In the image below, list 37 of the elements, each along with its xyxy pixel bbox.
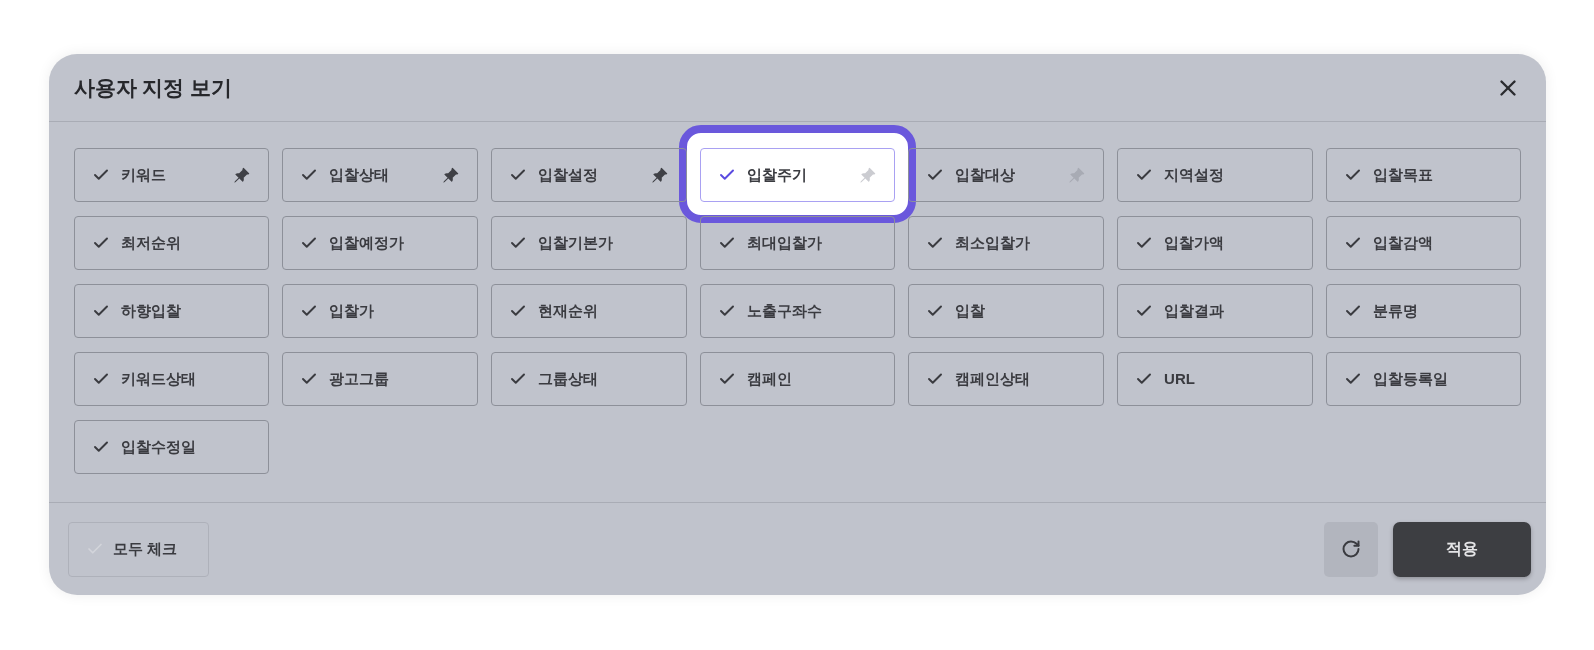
column-toggle[interactable]: 노출구좌수 — [699, 284, 896, 338]
column-toggle[interactable]: 입찰대상 — [908, 148, 1105, 202]
column-toggle[interactable]: 입찰상태 — [282, 148, 478, 202]
pin-icon[interactable] — [441, 166, 459, 184]
column-toggle[interactable]: URL — [1117, 352, 1313, 406]
column-toggle[interactable]: 키워드 — [73, 148, 270, 202]
apply-button[interactable]: 적용 — [1392, 521, 1531, 577]
column-toggle[interactable]: 그룹상태 — [490, 352, 687, 406]
column-toggle[interactable]: 캠페인상태 — [908, 352, 1105, 406]
column-toggle[interactable]: 최대입찰가 — [699, 216, 896, 270]
column-toggle[interactable]: 입찰주기 — [699, 148, 896, 202]
column-toggle[interactable]: 입찰예정가 — [282, 216, 478, 270]
column-toggle[interactable]: 입찰등록일 — [1325, 352, 1522, 406]
column-toggle[interactable]: 입찰감액 — [1325, 216, 1522, 270]
column-toggle[interactable]: 최소입찰가 — [908, 216, 1105, 270]
column-toggle[interactable]: 입찰수정일 — [73, 420, 270, 474]
pin-icon[interactable] — [650, 166, 668, 184]
column-toggle[interactable]: 입찰설정 — [490, 148, 687, 202]
refresh-icon — [1340, 539, 1361, 559]
column-toggle[interactable]: 광고그룹 — [282, 352, 478, 406]
column-toggle[interactable]: 키워드상태 — [73, 352, 270, 406]
column-toggle[interactable]: 지역설정 — [1117, 148, 1313, 202]
dialog-title: 사용자 지정 보기 — [73, 74, 233, 101]
column-toggle[interactable]: 최저순위 — [73, 216, 270, 270]
column-toggle[interactable]: 캠페인 — [699, 352, 896, 406]
column-toggle[interactable]: 분류명 — [1325, 284, 1522, 338]
column-toggle[interactable]: 입찰가액 — [1117, 216, 1313, 270]
column-toggle[interactable]: 입찰결과 — [1117, 284, 1313, 338]
reset-button[interactable] — [1323, 521, 1378, 577]
column-toggle[interactable]: 하향입찰 — [73, 284, 270, 338]
column-toggle[interactable]: 입찰 — [908, 284, 1105, 338]
column-toggle[interactable]: 현재순위 — [490, 284, 687, 338]
column-toggle[interactable]: 입찰가 — [282, 284, 478, 338]
column-toggle[interactable]: 입찰기본가 — [490, 216, 687, 270]
check-all-button[interactable]: 모두 체크 — [67, 521, 209, 577]
column-toggle[interactable]: 입찰목표 — [1325, 148, 1522, 202]
pin-icon[interactable] — [233, 166, 251, 184]
